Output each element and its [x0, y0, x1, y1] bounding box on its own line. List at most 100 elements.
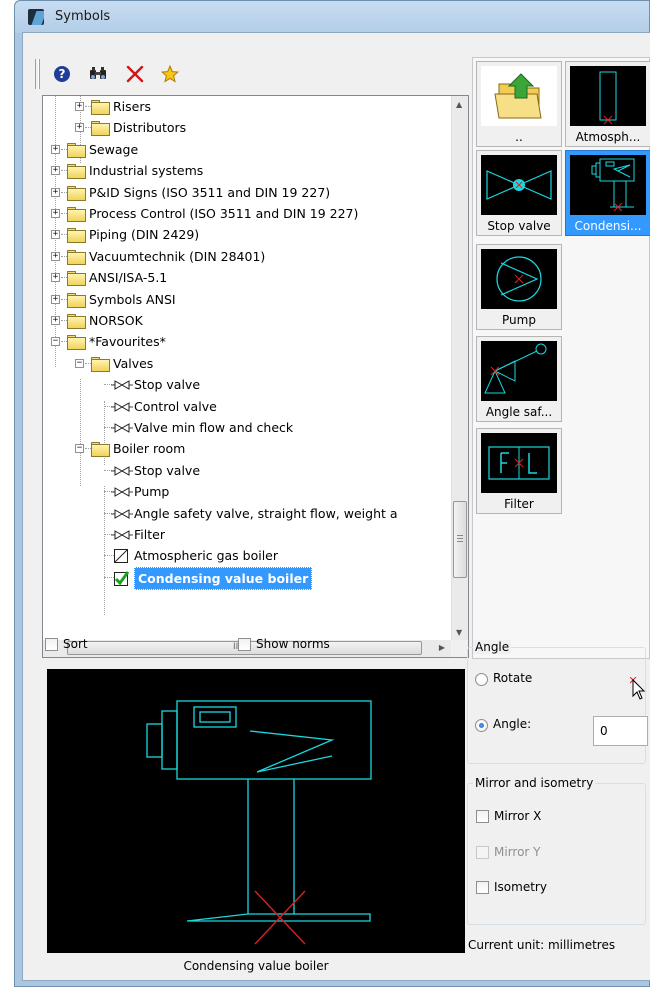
tree-item-label: NORSOK — [89, 313, 143, 328]
delete-icon — [126, 65, 144, 83]
tree-item-stop-valve[interactable]: Stop valve — [43, 460, 451, 481]
collapse-icon[interactable]: − — [75, 444, 84, 454]
tree-item-industrial-systems[interactable]: + Industrial systems — [43, 160, 451, 181]
expand-icon[interactable]: + — [51, 273, 60, 283]
isometry-checkbox[interactable] — [476, 881, 489, 894]
tree-item-boiler-room[interactable]: − Boiler room — [43, 438, 451, 459]
expand-icon[interactable]: + — [51, 144, 60, 154]
tree-item-favourites[interactable]: − *Favourites* — [43, 331, 451, 352]
angle-safety-valve-icon — [484, 343, 547, 394]
delete-button[interactable] — [124, 63, 146, 85]
symbol-tree[interactable]: + Risers + Distributors + Sewage + Industrial s… — [42, 95, 469, 658]
tile-pump[interactable]: Pump — [476, 244, 562, 330]
tile-caption: Atmosph... — [575, 130, 641, 144]
find-button[interactable] — [87, 63, 109, 85]
expand-icon[interactable]: + — [51, 166, 60, 176]
tree-item-angle-safety-valve-straight-flow-weight-a[interactable]: Angle safety valve, straight flow, weigh… — [43, 503, 451, 524]
folder-icon — [91, 356, 110, 372]
tree-item-label: Sewage — [89, 141, 139, 157]
folder-up-icon — [494, 73, 542, 119]
rotate-radio[interactable] — [475, 673, 488, 686]
tree-item-label: Filter — [134, 527, 165, 542]
tree-item-atmospheric-gas-boiler[interactable]: Atmospheric gas boiler — [43, 545, 451, 566]
tree-item-stop-valve[interactable]: Stop valve — [43, 374, 451, 395]
show-norms-checkbox[interactable] — [238, 638, 251, 651]
tree-item-p-id-signs-iso-3511-and-din-19-227[interactable]: + P&ID Signs (ISO 3511 and DIN 19 227) — [43, 182, 451, 203]
help-button[interactable]: ? — [51, 63, 73, 85]
selected-tree-item-label: Condensing value boiler — [134, 566, 313, 590]
tree-vertical-scroll-thumb[interactable] — [453, 501, 467, 578]
tile-parent-folder[interactable]: .. — [476, 61, 562, 147]
tree-item-label: Distributors — [113, 120, 187, 136]
tile-angle-safety-valve[interactable]: Angle saf... — [476, 336, 562, 422]
tree-item-ansi-isa-5-1[interactable]: + ANSI/ISA-5.1 — [43, 267, 451, 288]
angle-input[interactable]: 0 — [593, 716, 648, 746]
tree-item-sewage[interactable]: + Sewage — [43, 139, 451, 160]
collapse-icon[interactable]: − — [51, 337, 60, 347]
sort-label: Sort — [63, 637, 88, 651]
title-bar[interactable]: Symbols — [15, 1, 649, 33]
mirror-x-checkbox[interactable] — [476, 810, 489, 823]
tree-item-distributors[interactable]: + Distributors — [43, 117, 451, 138]
tree-item-label: Valves — [113, 355, 154, 371]
tile-caption: Angle saf... — [485, 405, 553, 419]
pick-angle-cursor-icon[interactable] — [630, 677, 646, 701]
find-icon — [90, 67, 106, 79]
tree-item-label: Symbols ANSI — [89, 291, 176, 307]
collapse-icon[interactable]: − — [75, 358, 84, 368]
expand-icon[interactable]: + — [51, 294, 60, 304]
expand-icon[interactable]: + — [51, 316, 60, 325]
show-norms-label: Show norms — [256, 637, 330, 651]
scroll-up-arrow[interactable]: ▲ — [456, 100, 462, 109]
symbol-preview-icon — [114, 549, 128, 564]
condensing-boiler-icon — [591, 158, 635, 212]
tree-item-label: Industrial systems — [89, 163, 204, 179]
tree-item-piping-din-2429[interactable]: + Piping (DIN 2429) — [43, 224, 451, 245]
expand-icon[interactable]: + — [75, 102, 84, 111]
tree-guide-line — [104, 555, 114, 557]
filter-icon — [488, 446, 550, 480]
tree-item-control-valve[interactable]: Control valve — [43, 396, 451, 417]
tile-image — [481, 249, 557, 309]
angle-radio[interactable] — [475, 719, 488, 732]
tree-vertical-scrollbar[interactable]: ▲ ▼ — [451, 96, 468, 641]
tree-item-symbols-ansi[interactable]: + Symbols ANSI — [43, 289, 451, 310]
tree-item-valves[interactable]: − Valves — [43, 353, 451, 374]
tree-item-risers[interactable]: + Risers — [43, 96, 451, 117]
app-icon — [28, 9, 44, 25]
tree-item-label: Process Control (ISO 3511 and DIN 19 227… — [89, 206, 359, 221]
valve-icon — [111, 465, 133, 476]
tile-filter[interactable]: Filter — [476, 428, 562, 514]
tree-item-label: Boiler room — [113, 441, 186, 457]
expand-icon[interactable]: + — [51, 251, 60, 261]
window-title: Symbols — [55, 9, 111, 24]
expand-icon[interactable]: + — [51, 209, 60, 218]
stop-valve-icon — [486, 170, 552, 200]
folder-icon — [67, 228, 86, 244]
tree-item-filter[interactable]: Filter — [43, 524, 451, 545]
tile-atmospheric-gas-boiler[interactable]: Atmosph... — [565, 61, 650, 147]
add-favourite-button[interactable] — [159, 63, 181, 85]
valve-icon — [111, 487, 133, 498]
sort-checkbox[interactable] — [45, 638, 58, 651]
tree-item-norsok[interactable]: + NORSOK — [43, 310, 451, 331]
tile-stop-valve[interactable]: Stop valve — [476, 150, 562, 236]
rotate-label: Rotate — [493, 671, 533, 685]
symbol-grid: .. Atmosph... Stop valve Condensi... Pum… — [472, 57, 650, 659]
tree-item-valve-min-flow-and-check[interactable]: Valve min flow and check — [43, 417, 451, 438]
tree-item-label: Control valve — [134, 398, 217, 414]
tree-item-process-control-iso-3511-and-din-19-227[interactable]: + Process Control (ISO 3511 and DIN 19 22… — [43, 203, 451, 224]
expand-icon[interactable]: + — [75, 123, 84, 133]
tile-caption: .. — [515, 130, 523, 144]
scroll-right-arrow[interactable]: ▶ — [439, 643, 445, 652]
tile-condensing-value-boiler[interactable]: Condensi... — [565, 150, 650, 236]
tile-caption: Pump — [502, 313, 536, 327]
scroll-down-arrow[interactable]: ▼ — [456, 628, 462, 637]
tree-item-vacuumtechnik-din-28401[interactable]: + Vacuumtechnik (DIN 28401) — [43, 246, 451, 267]
tree-item-pump[interactable]: Pump — [43, 481, 451, 502]
tree-item-condensing-value-boiler[interactable]: Condensing value boiler — [43, 566, 451, 590]
expand-icon[interactable]: + — [51, 230, 60, 240]
folder-icon — [67, 292, 86, 308]
tile-image — [570, 155, 646, 215]
expand-icon[interactable]: + — [51, 187, 60, 197]
